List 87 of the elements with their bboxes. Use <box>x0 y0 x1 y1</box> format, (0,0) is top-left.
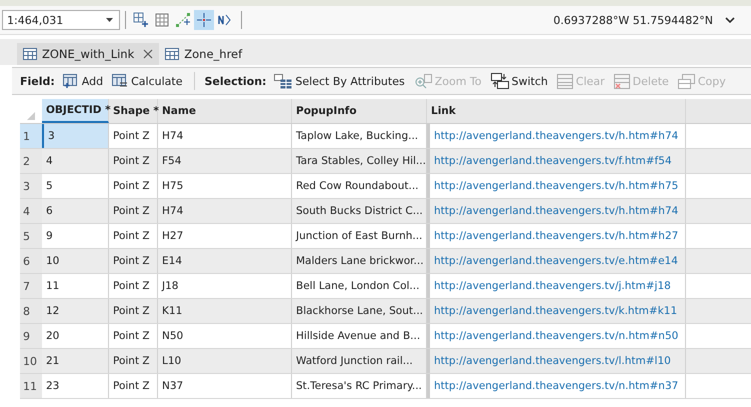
table-cell: Point Z <box>109 124 158 148</box>
row-number[interactable]: 2 <box>20 149 42 173</box>
column-header[interactable]: Name <box>158 99 292 123</box>
table-cell: Hillside Avenue and B... <box>292 324 427 348</box>
snapping-icon[interactable] <box>173 10 193 30</box>
zoom-icon <box>414 74 432 88</box>
select-button[interactable]: Select By Attributes <box>271 72 408 90</box>
row-number[interactable]: 10 <box>20 349 42 373</box>
table-cell: Watford Junction rail... <box>292 349 427 373</box>
table-cell: Point Z <box>109 199 158 223</box>
row-number[interactable]: 11 <box>20 374 42 398</box>
table-cell: Bell Lane, London Col... <box>292 274 427 298</box>
row-number[interactable]: 3 <box>20 174 42 198</box>
switch-button[interactable]: Switch <box>488 71 551 91</box>
toolbar-group-label: Selection: <box>204 74 266 88</box>
table-cell: 23 <box>42 374 109 398</box>
table-cell: 11 <box>42 274 109 298</box>
row-number[interactable]: 6 <box>20 249 42 273</box>
list-icon <box>556 74 573 88</box>
calculate-field-icon <box>112 74 128 88</box>
table-cell: Point Z <box>109 224 158 248</box>
row-number[interactable]: 7 <box>20 274 42 298</box>
table-icon <box>165 48 180 60</box>
column-header[interactable]: PopupInfo <box>292 99 427 123</box>
table-cell: 6 <box>42 199 109 223</box>
table-cell: N37 <box>158 374 292 398</box>
table-cell: Point Z <box>109 174 158 198</box>
table-cell: L10 <box>158 349 292 373</box>
table-cell: 21 <box>42 349 109 373</box>
add-field-icon <box>62 74 79 88</box>
swap-arrows-icon <box>490 73 509 89</box>
add-button[interactable]: Add <box>60 72 106 90</box>
table-cell: Point Z <box>109 299 158 323</box>
table-cell: Malders Lane brickwor... <box>292 249 427 273</box>
column-header[interactable]: Shape * <box>109 99 158 123</box>
table-cell: Point Z <box>109 149 158 173</box>
row-number[interactable]: 4 <box>20 199 42 223</box>
table-cell: 4 <box>42 149 109 173</box>
table-cell: Point Z <box>109 274 158 298</box>
table-cell: E14 <box>158 249 292 273</box>
crosshair-icon[interactable] <box>194 10 214 30</box>
table-cell: Point Z <box>109 324 158 348</box>
row-number[interactable]: 5 <box>20 224 42 248</box>
table-cell: H27 <box>158 224 292 248</box>
table-cell: J18 <box>158 274 292 298</box>
table-cell: Junction of East Burnh... <box>292 224 427 248</box>
table-cell: Tara Stables, Colley Hil... <box>292 149 427 173</box>
table-cell: Point Z <box>109 374 158 398</box>
table-cell: K11 <box>158 299 292 323</box>
table-icon <box>23 48 37 60</box>
toolbar-group-label: Field: <box>20 74 55 88</box>
close-icon[interactable] <box>143 49 154 59</box>
table-cell: Point Z <box>109 249 158 273</box>
chevron-down-icon[interactable] <box>725 17 735 23</box>
row-number[interactable]: 8 <box>20 299 42 323</box>
column-header[interactable]: Link <box>427 99 686 123</box>
table-cell: H74 <box>158 199 292 223</box>
table-cell: 5 <box>42 174 109 198</box>
table-tab[interactable]: Zone_href <box>159 43 248 65</box>
table-cell: H74 <box>158 124 292 148</box>
table-cell: 3 <box>42 124 109 148</box>
link-cell[interactable]: http://avengerland.theavengers.tv/n.htm#n37 <box>427 374 686 398</box>
table-cell: 20 <box>42 324 109 348</box>
table-cell: H75 <box>158 174 292 198</box>
column-header[interactable]: OBJECTID * <box>42 99 109 123</box>
calculate-button[interactable]: Calculate <box>109 72 186 90</box>
table-cell: N50 <box>158 324 292 348</box>
table-select-icon <box>274 74 292 88</box>
table-tab[interactable]: ZONE_with_Link <box>17 43 160 65</box>
row-number[interactable]: 1 <box>20 124 42 148</box>
caret-icon[interactable] <box>106 18 113 22</box>
table-cell: 9 <box>42 224 109 248</box>
row-number[interactable]: 9 <box>20 324 42 348</box>
add-grid-icon[interactable] <box>131 10 151 30</box>
table-cell: South Bucks District C... <box>292 199 427 223</box>
table-cell: Point Z <box>109 349 158 373</box>
scale-dropdown[interactable]: 1:464,031 <box>2 10 120 30</box>
table-cell: Red Cow Roundabout... <box>292 174 427 198</box>
copy-icon <box>678 74 695 88</box>
table-cell: Taplow Lake, Bucking... <box>292 124 427 148</box>
delete-icon <box>614 74 630 88</box>
coordinates-readout: 0.6937288°W 51.7594482°N <box>553 14 713 26</box>
table-cell: 12 <box>42 299 109 323</box>
table-cell: F54 <box>158 149 292 173</box>
table-cell: Blackhorse Lane, Sout... <box>292 299 427 323</box>
table-cell: St.Teresa's RC Primary... <box>292 374 427 398</box>
table-cell: 10 <box>42 249 109 273</box>
